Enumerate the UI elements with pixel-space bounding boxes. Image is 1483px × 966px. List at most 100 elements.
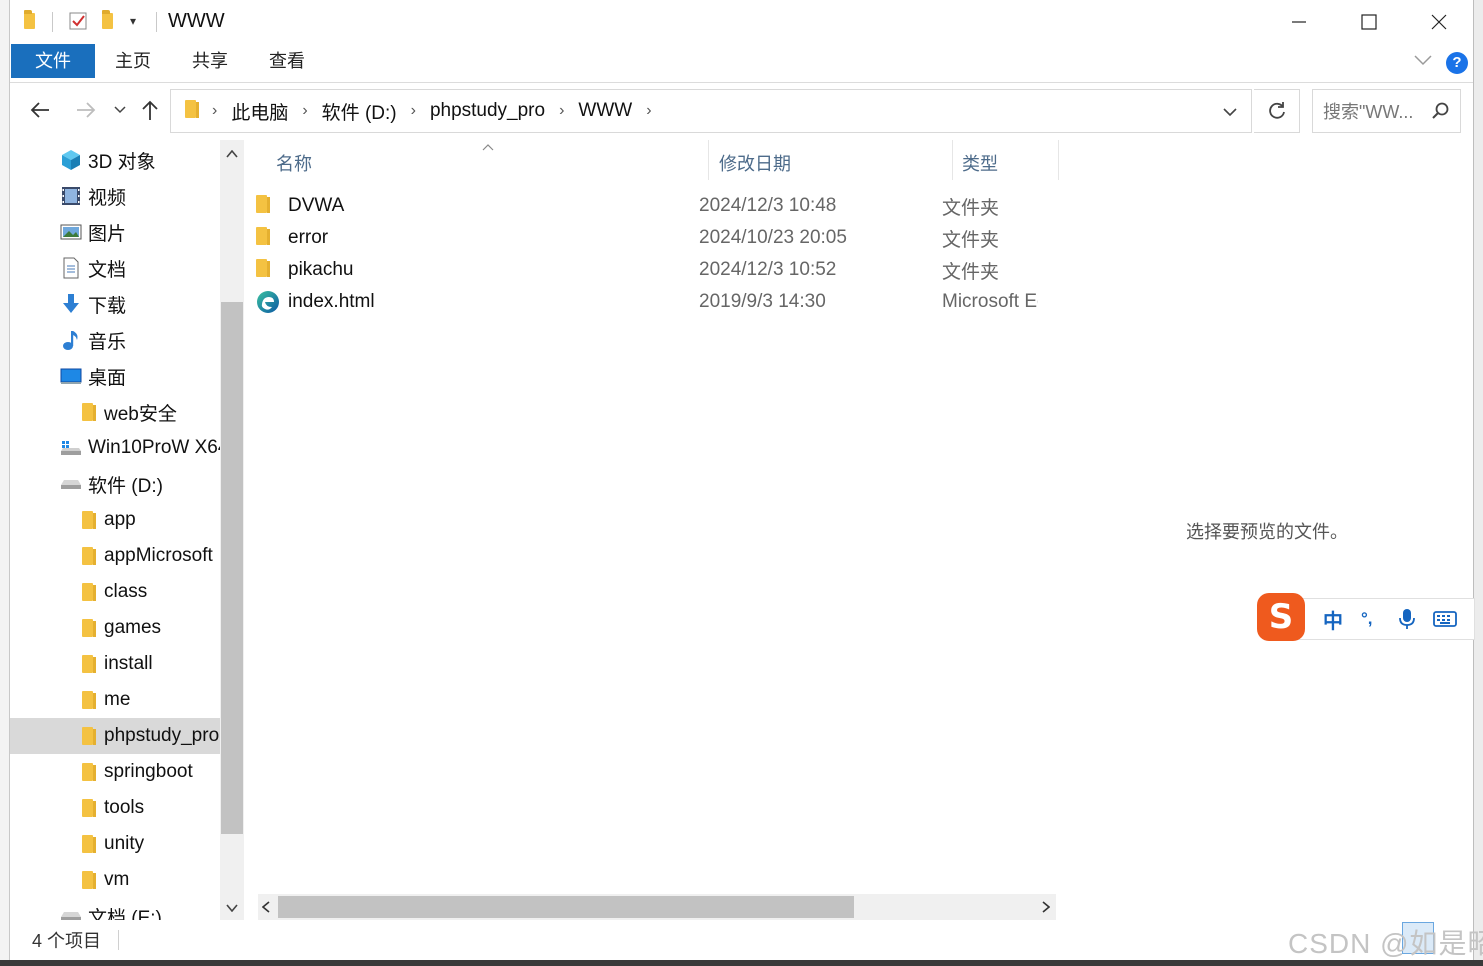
minimize-button[interactable] [1264,0,1334,44]
drive-icon [60,905,82,920]
folder-icon [185,99,199,123]
tab-view[interactable]: 查看 [269,44,305,78]
nav-item-unity[interactable]: unity [10,826,220,862]
file-row-index-html[interactable]: index.html 2019/9/3 14:30 Microsoft Edge… [238,286,1038,318]
window-title: WWW [168,10,225,32]
nav-item-drive-d[interactable]: 软件 (D:) [10,466,220,502]
chevron-right-icon[interactable]: › [411,102,416,120]
file-row-dvwa[interactable]: DVWA 2024/12/3 10:48 文件夹 [238,190,1028,222]
download-icon [60,293,82,315]
help-button[interactable]: ? [1446,52,1468,74]
background-window-edge [1473,0,1483,966]
column-header-type[interactable]: 类型 [962,150,998,176]
forward-button[interactable] [70,92,102,128]
item-count: 4 个项目 [32,931,102,951]
properties-icon[interactable] [68,11,88,31]
recent-locations-button[interactable] [110,92,130,128]
ribbon-tabs: 文件 主页 共享 查看 ? [10,44,1473,83]
status-bar: 4 个项目 [10,920,1473,960]
scrollbar-thumb[interactable] [221,302,243,834]
3d-objects-icon [60,149,82,171]
folder-app-icon [24,10,35,31]
scroll-left-icon[interactable] [261,900,270,918]
nav-item-pictures[interactable]: 图片 [10,214,220,250]
column-header-date[interactable]: 修改日期 [719,150,791,176]
ime-chinese-mode[interactable]: 中 [1323,605,1343,633]
search-input[interactable]: 搜索"WW... [1323,98,1413,124]
folder-icon [76,545,98,567]
file-row-pikachu[interactable]: pikachu 2024/12/3 10:52 文件夹 [238,254,1028,286]
chevron-right-icon[interactable]: › [302,102,307,120]
ime-toolbar[interactable]: S 中 °, [1257,593,1475,641]
scroll-down-icon[interactable] [220,896,244,920]
nav-item-games[interactable]: games [10,610,220,646]
ime-punctuation[interactable]: °, [1361,605,1373,633]
scroll-right-icon[interactable] [1042,900,1051,918]
search-box[interactable]: 搜索"WW... [1312,89,1461,133]
desktop-icon [60,365,82,387]
up-button[interactable] [138,92,162,128]
address-dropdown-icon[interactable] [1223,104,1237,122]
nav-item-phpstudy-pro[interactable]: phpstudy_pro [10,718,220,754]
nav-item-documents[interactable]: 文档 [10,250,220,286]
tab-file[interactable]: 文件 [11,44,95,78]
scroll-up-icon[interactable] [220,142,244,166]
refresh-button[interactable] [1254,89,1300,133]
nav-item-web-security[interactable]: web安全 [10,394,220,430]
folder-icon [76,725,98,747]
nav-item-app[interactable]: app [10,502,220,538]
maximize-button[interactable] [1334,0,1404,44]
nav-item-tools[interactable]: tools [10,790,220,826]
horizontal-scrollbar[interactable] [258,894,1056,920]
column-header-name[interactable]: 名称 [276,150,312,176]
nav-item-springboot[interactable]: springboot [10,754,220,790]
preview-placeholder: 选择要预览的文件。 [1186,522,1348,542]
breadcrumb-drive-d[interactable]: 软件 (D:) [322,98,397,125]
nav-item-me[interactable]: me [10,682,220,718]
nav-item-desktop[interactable]: 桌面 [10,358,220,394]
file-list: 名称 修改日期 类型 DVWA 2024/12/3 10:48 文件夹 erro… [248,140,1059,920]
nav-item-downloads[interactable]: 下载 [10,286,220,322]
file-explorer-window: ▾ WWW 文件 主页 共享 查看 ? › 此电脑 › 软件 (D:) › ph… [10,0,1473,960]
folder-icon [76,833,98,855]
customize-quick-access-icon[interactable]: ▾ [130,11,136,31]
nav-item-drive-e[interactable]: 文档 (E:) [10,898,220,920]
address-bar[interactable]: › 此电脑 › 软件 (D:) › phpstudy_pro › WWW › [170,89,1252,133]
tab-share[interactable]: 共享 [192,44,228,78]
navigation-bar: › 此电脑 › 软件 (D:) › phpstudy_pro › WWW › 搜… [10,82,1473,140]
breadcrumb-phpstudy[interactable]: phpstudy_pro [430,100,545,122]
navigation-pane: 3D 对象 视频 图片 文档 下载 音乐 桌面 web安全 Win10ProW … [10,140,220,920]
expand-ribbon-icon[interactable] [1414,50,1432,71]
folder-icon [76,689,98,711]
drive-icon [60,473,82,495]
back-button[interactable] [24,92,56,128]
nav-item-videos[interactable]: 视频 [10,178,220,214]
sogou-logo[interactable]: S [1257,593,1305,641]
music-icon [60,329,82,351]
nav-item-3d-objects[interactable]: 3D 对象 [10,142,220,178]
nav-item-appmicrosoft[interactable]: appMicrosoft [10,538,220,574]
new-folder-icon[interactable] [102,10,113,31]
folder-icon [256,227,270,250]
chevron-right-icon[interactable]: › [646,102,651,120]
search-icon[interactable] [1432,102,1450,125]
scrollbar-thumb[interactable] [278,896,854,918]
folder-icon [76,653,98,675]
nav-item-system-drive[interactable]: Win10ProW X64 [10,430,220,466]
mic-icon[interactable] [1399,605,1415,633]
breadcrumb-www[interactable]: WWW [578,100,632,122]
chevron-right-icon[interactable]: › [559,102,564,120]
nav-item-install[interactable]: install [10,646,220,682]
close-button[interactable] [1404,0,1473,44]
nav-item-music[interactable]: 音乐 [10,322,220,358]
folder-icon [76,869,98,891]
pictures-icon [60,221,82,243]
nav-item-class[interactable]: class [10,574,220,610]
breadcrumb-this-pc[interactable]: 此电脑 [231,98,288,125]
nav-item-vm[interactable]: vm [10,862,220,898]
folder-icon [76,617,98,639]
keyboard-icon[interactable] [1433,605,1457,633]
file-row-error[interactable]: error 2024/10/23 20:05 文件夹 [238,222,1028,254]
tab-home[interactable]: 主页 [115,44,151,78]
folder-icon [76,401,98,423]
